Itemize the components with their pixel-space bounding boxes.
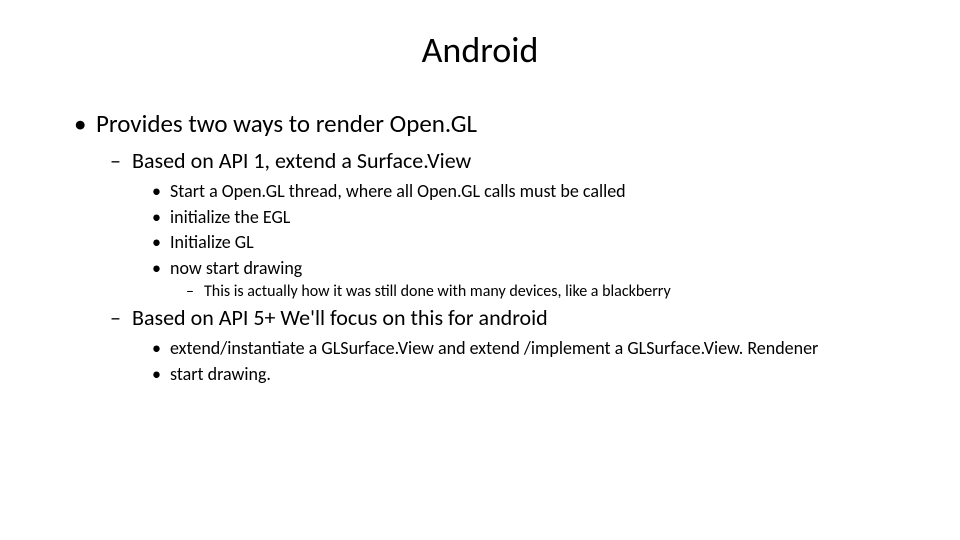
bullet-level2: Based on API 5+ We'll focus on this for …: [74, 304, 960, 331]
bullet-level2: Based on API 1, extend a Surface.View: [74, 147, 960, 174]
slide-content: Provides two ways to render Open.GL Base…: [0, 108, 960, 385]
bullet-level4: This is actually how it was still done w…: [74, 282, 960, 301]
bullet-level1: Provides two ways to render Open.GL: [74, 108, 960, 139]
slide: Android Provides two ways to render Open…: [0, 0, 960, 540]
bullet-level3: now start drawing: [74, 257, 960, 280]
bullet-level3: Initialize GL: [74, 231, 960, 254]
bullet-level3: Start a Open.GL thread, where all Open.G…: [74, 180, 960, 203]
bullet-level3: extend/instantiate a GLSurface.View and …: [74, 337, 960, 360]
slide-title: Android: [0, 28, 960, 72]
bullet-level3: initialize the EGL: [74, 206, 960, 229]
bullet-level3: start drawing.: [74, 363, 960, 386]
